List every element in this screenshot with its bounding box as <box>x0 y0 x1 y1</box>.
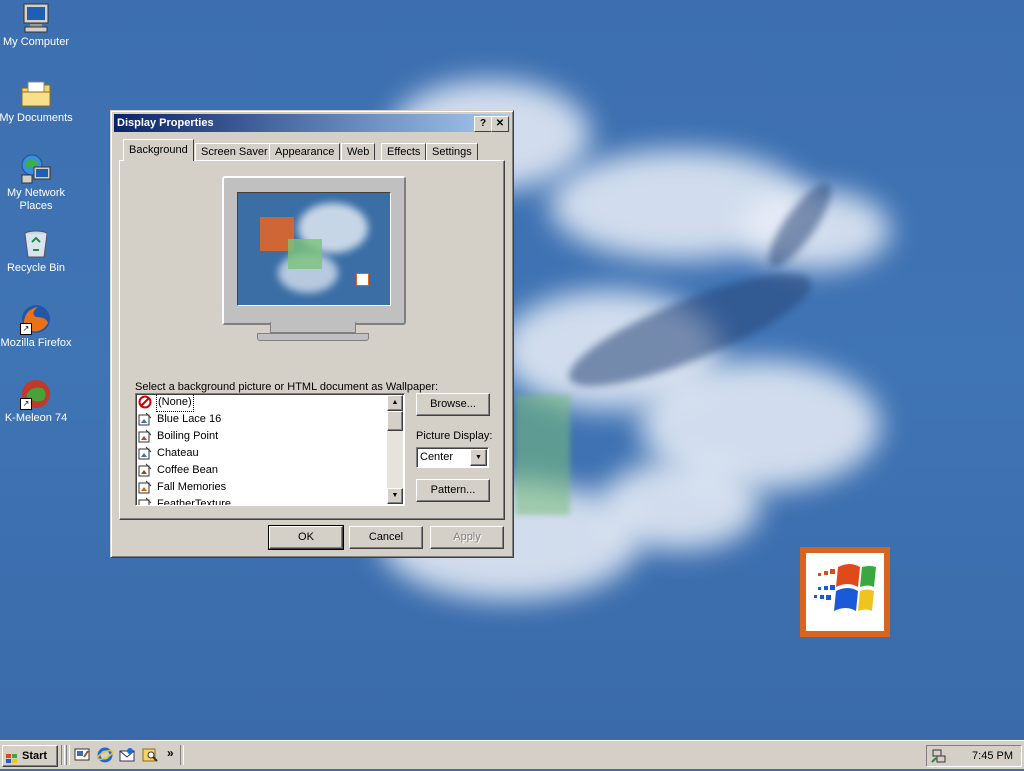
windows-flag-icon <box>814 564 876 611</box>
desktop-icon-recycle-bin[interactable]: Recycle Bin <box>0 228 74 275</box>
picture-display-select[interactable]: Center ▼ <box>416 447 489 468</box>
background-tab-panel: Select a background picture or HTML docu… <box>119 160 505 520</box>
dialog-title: Display Properties <box>117 117 214 129</box>
cancel-button[interactable]: Cancel <box>349 526 423 549</box>
wallpaper-preview-screen <box>237 192 391 306</box>
bitmap-icon <box>138 497 152 505</box>
windows-flag-icon <box>6 751 18 763</box>
close-icon: ✕ <box>495 118 505 129</box>
tab-effects[interactable]: Effects <box>381 143 427 161</box>
monitor-base <box>257 333 369 341</box>
close-button[interactable]: ✕ <box>491 116 509 132</box>
bitmap-icon <box>138 480 152 494</box>
bitmap-icon <box>138 463 152 477</box>
firefox-icon: ↗ <box>20 303 52 335</box>
pattern-button[interactable]: Pattern... <box>416 479 490 502</box>
desktop-icon-my-network-places[interactable]: My Network Places <box>0 153 74 213</box>
monitor-stand <box>270 322 356 333</box>
none-icon <box>138 395 152 409</box>
folder-documents-icon <box>20 78 52 110</box>
computer-icon <box>20 2 52 34</box>
list-scrollbar[interactable]: ▲ ▼ <box>387 395 403 504</box>
desktop-icon-label: Mozilla Firefox <box>0 337 72 349</box>
monitor-preview <box>222 176 406 325</box>
apply-button[interactable]: Apply <box>430 526 504 549</box>
start-button[interactable]: Start <box>2 745 58 767</box>
quick-launch-overflow-button[interactable]: » <box>167 746 174 760</box>
taskbar-separator <box>61 745 65 765</box>
outlook-express-icon[interactable] <box>119 747 135 763</box>
tab-background[interactable]: Background <box>123 139 194 161</box>
desktop-icon-my-computer[interactable]: My Computer <box>0 2 74 49</box>
desktop-icon-label: My Computer <box>2 36 70 48</box>
tab-web[interactable]: Web <box>341 143 376 161</box>
arrow-up-icon: ▲ <box>391 399 399 406</box>
network-places-icon <box>20 153 52 185</box>
help-button[interactable]: ? <box>474 116 492 132</box>
search-icon[interactable] <box>142 747 158 763</box>
desktop-icon-my-documents[interactable]: My Documents <box>0 78 74 125</box>
picture-display-label: Picture Display: <box>416 430 493 442</box>
browse-button[interactable]: Browse... <box>416 393 490 416</box>
chevron-down-icon[interactable]: ▼ <box>470 449 487 466</box>
taskbar-separator <box>66 745 70 765</box>
desktop-icon-label: K-Meleon 74 <box>4 412 68 424</box>
show-desktop-icon[interactable] <box>74 747 90 763</box>
internet-explorer-icon[interactable] <box>96 747 114 763</box>
scroll-down-button[interactable]: ▼ <box>387 488 403 504</box>
windows-logo-tile <box>800 547 890 637</box>
scroll-up-button[interactable]: ▲ <box>387 395 403 411</box>
taskbar: Start » 7:45 PM <box>0 740 1024 769</box>
arrow-down-icon: ▼ <box>391 492 399 499</box>
desktop-icon-label: My Documents <box>0 112 73 124</box>
desktop-icon-k-meleon[interactable]: ↗ K-Meleon 74 <box>0 378 74 425</box>
recycle-bin-icon <box>20 228 52 260</box>
wallpaper-prompt: Select a background picture or HTML docu… <box>135 381 439 393</box>
tab-settings[interactable]: Settings <box>426 143 478 161</box>
network-connection-icon[interactable] <box>931 748 947 764</box>
wallpaper-list[interactable]: (None) Blue Lace 16 Boiling Point Chatea… <box>135 393 405 506</box>
ok-button[interactable]: OK <box>268 525 344 550</box>
bitmap-icon <box>138 412 152 426</box>
kmeleon-icon: ↗ <box>20 378 52 410</box>
clock[interactable]: 7:45 PM <box>972 750 1013 762</box>
desktop-icon-mozilla-firefox[interactable]: ↗ Mozilla Firefox <box>0 303 74 350</box>
taskbar-separator <box>180 745 184 765</box>
system-tray: 7:45 PM <box>926 745 1022 767</box>
picture-display-value: Center <box>420 451 454 463</box>
tab-screen-saver[interactable]: Screen Saver <box>195 143 274 161</box>
scroll-thumb[interactable] <box>387 411 403 431</box>
dialog-titlebar[interactable]: Display Properties ? ✕ <box>114 114 510 132</box>
desktop-icon-label: My Network Places <box>6 187 66 212</box>
bitmap-icon <box>138 429 152 443</box>
desktop-icon-label: Recycle Bin <box>6 262 66 274</box>
tab-appearance[interactable]: Appearance <box>269 143 341 161</box>
display-properties-dialog: Display Properties ? ✕ Background Screen… <box>110 110 514 558</box>
bitmap-icon <box>138 446 152 460</box>
